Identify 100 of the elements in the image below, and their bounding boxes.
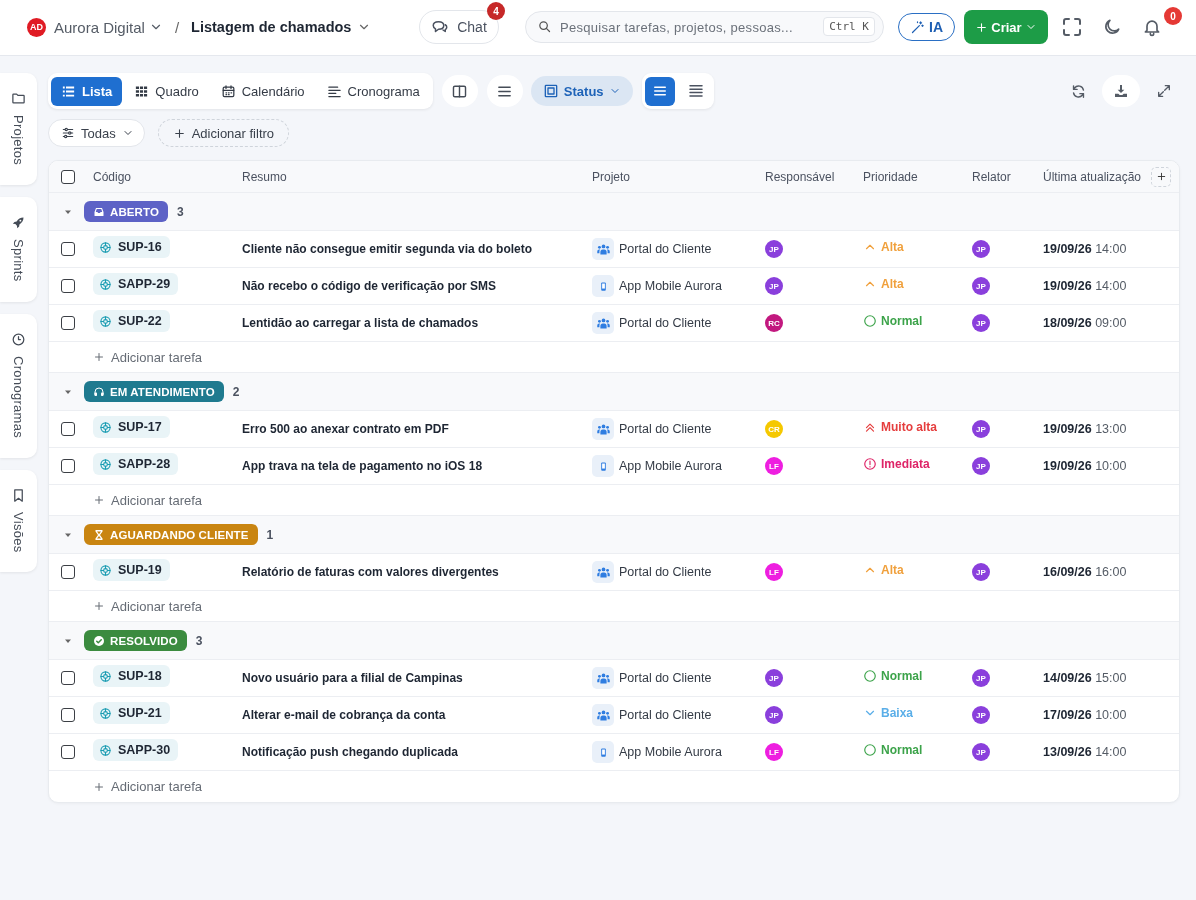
view-tab[interactable]: Quadro [124,76,209,106]
ticket-code[interactable]: SUP-21 [93,702,170,725]
expand-icon [1156,83,1172,99]
download-button[interactable] [1102,75,1140,107]
plus-icon [93,600,105,612]
add-task-button[interactable]: Adicionar tarefa [93,349,203,365]
ticket-code[interactable]: SUP-19 [93,559,170,582]
ticket-summary[interactable]: Novo usuário para a filial de Campinas [242,671,592,685]
priority-label: Imediata [881,457,930,471]
status-tag: AGUARDANDO CLIENTE [84,524,258,545]
calendar-icon [220,83,236,99]
status-tag: RESOLVIDO [84,630,187,651]
ticket-summary[interactable]: Notificação push chegando duplicada [242,745,592,759]
row-checkbox[interactable] [61,279,75,293]
priority-label: Normal [881,669,923,683]
view-tab[interactable]: Calendário [210,76,315,106]
add-column-button[interactable] [1151,166,1171,187]
dense-rows-icon [686,82,705,100]
project-name: App Mobile Aurora [619,279,722,293]
side-tab[interactable]: Visões [0,469,37,573]
ticket-code[interactable]: SUP-16 [93,236,170,259]
ticket-code[interactable]: SAPP-29 [93,273,179,296]
bell-icon [1142,17,1162,37]
download-icon [1113,83,1129,99]
reporter-avatar: JP [972,277,990,295]
plus-icon [1155,171,1167,182]
ticket-summary[interactable]: Não recebo o código de verificação por SMS [242,279,592,293]
add-task-button[interactable]: Adicionar tarefa [93,598,203,614]
sliders-icon [61,126,75,140]
assignee-avatar: JP [765,669,783,687]
unread-count: 4 [487,2,505,20]
group-by-dropdown[interactable]: Status [530,76,633,106]
project-name: App Mobile Aurora [619,745,722,759]
assignee-avatar: LF [765,743,783,761]
create-button[interactable]: Criar [964,10,1048,44]
add-task-button[interactable]: Adicionar tarefa [93,492,203,508]
assignee-avatar: JP [765,706,783,724]
assignee-avatar: JP [765,240,783,258]
ticket-summary[interactable]: Cliente não consegue emitir segunda via do boleto [242,242,592,256]
lifebuoy-icon [99,669,112,683]
row-checkbox[interactable] [61,316,75,330]
lifebuoy-icon [99,706,112,720]
status-tag: ABERTO [84,201,168,222]
group-count: 2 [232,384,240,399]
project-name: App Mobile Aurora [619,459,722,473]
lifebuoy-icon [99,314,112,328]
row-checkbox[interactable] [61,671,75,685]
reporter-avatar: JP [972,314,990,332]
split-view-button[interactable] [441,75,478,107]
select-all-checkbox[interactable] [61,169,75,184]
view-tab[interactable]: Cronograma [316,76,430,106]
reporter-avatar: JP [972,743,990,761]
project-name: Portal do Cliente [619,671,712,685]
group-count: 3 [176,204,184,219]
workspace-selector[interactable]: Aurora Digital [54,18,163,36]
row-checkbox[interactable] [61,459,75,473]
column-header: Última atualização [1043,169,1142,184]
row-checkbox[interactable] [61,708,75,722]
project-name: Portal do Cliente [619,242,712,256]
side-tab[interactable]: Projetos [0,73,37,186]
ticket-code[interactable]: SUP-18 [93,665,170,688]
ticket-code[interactable]: SAPP-28 [93,453,179,476]
fullscreen-button[interactable] [1060,15,1084,39]
priority-label: Alta [881,563,904,577]
menu-button[interactable] [486,75,523,107]
reporter-avatar: JP [972,706,990,724]
project-name: Portal do Cliente [619,565,712,579]
row-checkbox[interactable] [61,242,75,256]
headset-icon [93,385,105,398]
scope-filter[interactable]: Todas [48,119,145,147]
side-tab[interactable]: Sprints [0,197,37,302]
ticket-summary[interactable]: Relatório de faturas com valores divergentes [242,565,592,579]
view-tab[interactable]: Lista [51,76,123,106]
assignee-avatar: JP [765,277,783,295]
ticket-summary[interactable]: Alterar e-mail de cobrança da conta [242,708,592,722]
updated-time: 17/09/26 10:00 [1043,708,1128,722]
row-checkbox[interactable] [61,565,75,579]
ticket-summary[interactable]: Erro 500 ao anexar contrato em PDF [242,422,592,436]
ticket-code[interactable]: SUP-17 [93,416,170,439]
folder-icon [11,91,26,106]
ticket-summary[interactable]: Lentidão ao carregar a lista de chamados [242,316,592,330]
project-name: Portal do Cliente [619,316,712,330]
fullscreen-icon [1060,15,1084,39]
priority-label: Baixa [881,706,914,720]
add-task-button[interactable]: Adicionar tarefa [93,779,203,794]
density-toggle[interactable] [644,76,675,106]
circle-icon [863,669,877,683]
breadcrumb-separator: / [174,18,180,36]
row-checkbox[interactable] [61,422,75,436]
column-header: Prioridade [863,169,919,184]
ticket-code[interactable]: SUP-22 [93,310,170,333]
side-tab[interactable]: Cronogramas [0,313,37,458]
ticket-code[interactable]: SAPP-30 [93,739,179,762]
timeline-icon [326,83,342,99]
page-title-selector[interactable]: Listagem de chamados [191,19,372,35]
reporter-avatar: JP [972,457,990,475]
reporter-avatar: JP [972,240,990,258]
row-checkbox[interactable] [61,745,75,759]
ticket-summary[interactable]: App trava na tela de pagamento no iOS 18 [242,459,592,473]
project-name: Portal do Cliente [619,708,712,722]
